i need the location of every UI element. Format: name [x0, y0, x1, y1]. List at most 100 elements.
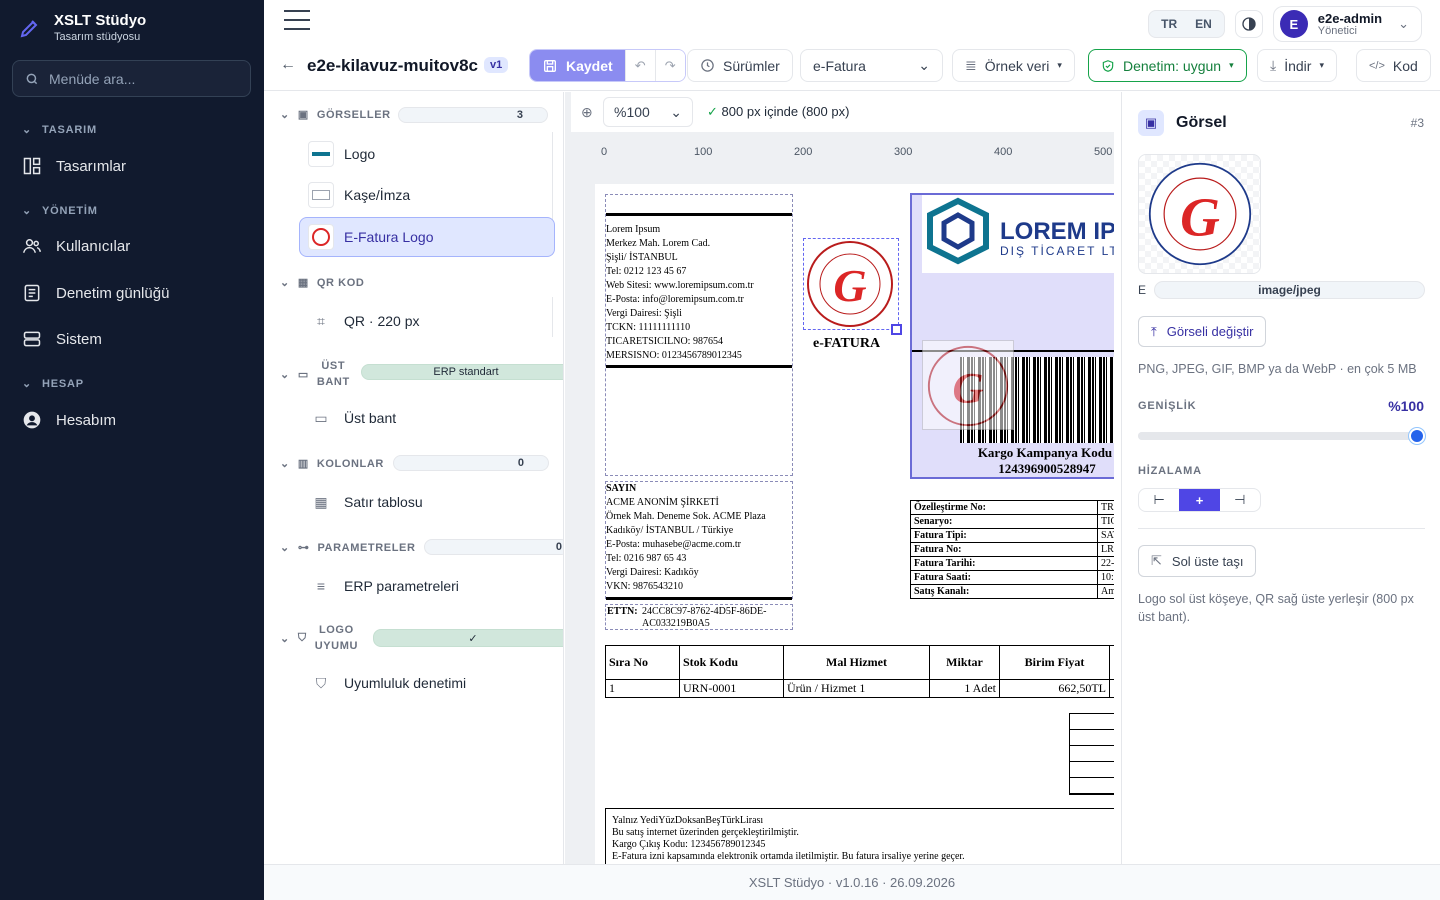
column-header: Birim Fiyat: [999, 645, 1110, 680]
chevron-down-icon: ⌄: [22, 378, 33, 390]
tree-item-logo[interactable]: Logo: [300, 135, 554, 173]
width-slider[interactable]: [1138, 428, 1425, 444]
tree-item-ust-bant[interactable]: ▭ Üst bant: [300, 399, 554, 437]
versions-button[interactable]: Sürümler: [687, 49, 793, 82]
slider-thumb[interactable]: [1409, 428, 1425, 444]
line-items-table[interactable]: Sıra No Stok Kodu Mal Hizmet Miktar Biri…: [605, 645, 1114, 698]
upload-icon: ⤒: [1151, 323, 1157, 339]
section-hesap[interactable]: ⌄ HESAP: [22, 377, 84, 391]
brand[interactable]: XSLT Stüdyo Tasarım stüdyosu: [18, 12, 146, 43]
table-header-row: Sıra No Stok Kodu Mal Hizmet Miktar Biri…: [605, 645, 1114, 680]
table-row: Fatura Tipi:SAT: [910, 528, 1114, 543]
customer-box[interactable]: SAYIN ACME ANONİM ŞİRKETİ Örnek Mah. Den…: [605, 481, 793, 600]
section-yonetim[interactable]: ⌄ YÖNETİM: [22, 204, 98, 218]
horizontal-ruler: 0 100 200 300 400 500: [565, 146, 1114, 170]
section-tasarim[interactable]: ⌄ TASARIM: [22, 123, 97, 137]
group-label: PARAMETRELER: [317, 541, 416, 554]
group-label: GÖRSELLER: [316, 108, 391, 121]
company-line: TCKN: 11111111110: [606, 322, 691, 333]
theme-toggle-button[interactable]: [1234, 10, 1263, 38]
sidebar-item-hesabim[interactable]: Hesabım: [22, 405, 252, 435]
top-right-band[interactable]: LOREM IP DIŞ TİCARET LT G Kargo Kampanya…: [910, 193, 1114, 479]
resize-handle[interactable]: [891, 324, 902, 335]
editor-toolbar: ← e2e-kilavuz-muitov8c v1 Kaydet ↶ ↷ Sür…: [264, 41, 1440, 91]
align-segmented: ⊢ + ⊣: [1138, 488, 1261, 512]
group-count: 0: [393, 455, 549, 471]
align-left-icon[interactable]: ⊢: [1139, 489, 1179, 511]
sample-data-button[interactable]: ≣ Örnek veri ▾: [952, 49, 1075, 82]
tree-item-qr[interactable]: ⌗ QR · 220 px: [300, 302, 554, 340]
group-parametreler[interactable]: ⌄ ⊶ PARAMETRELER: [280, 541, 416, 555]
menu-search[interactable]: [12, 60, 251, 97]
tree-item-uyumluluk[interactable]: ⛉ Uyumluluk denetimi: [300, 664, 554, 702]
database-icon: ≣: [965, 57, 977, 73]
align-center-icon[interactable]: +: [1179, 489, 1220, 511]
company-line: Tel: 0212 123 45 67: [606, 266, 687, 277]
ruler-tick: 200: [794, 146, 813, 158]
group-gorseller[interactable]: ⌄ ▣ GÖRSELLER: [280, 108, 391, 122]
company-box[interactable]: Lorem Ipsum Merkez Mah. Lorem Cad. Şişli…: [605, 194, 793, 476]
image-icon: ▣: [1138, 110, 1164, 136]
move-icon: ⇱: [1151, 553, 1162, 568]
tree-item-kase-imza[interactable]: Kaşe/İmza: [300, 176, 554, 214]
move-label: Sol üste taşı: [1171, 553, 1244, 569]
tree-item-label: ERP parametreleri: [344, 578, 459, 594]
format-select[interactable]: e-Fatura ⌄: [800, 49, 943, 82]
efatura-seal-ghost-icon: G: [927, 345, 1009, 427]
invoice-page: Lorem Ipsum Merkez Mah. Lorem Cad. Şişli…: [595, 184, 1114, 864]
redo-icon: ↷: [664, 57, 676, 73]
user-menu[interactable]: E e2e-admin Yönetici ⌄: [1272, 6, 1422, 42]
svg-text:i: i: [846, 269, 854, 302]
sidebar-item-tasarimlar[interactable]: Tasarımlar: [22, 151, 252, 181]
tree-item-label: E-Fatura Logo: [344, 229, 434, 245]
component-tree: ⌄ ▣ GÖRSELLER 3 Logo Kaşe/İmza E-Fatura …: [264, 92, 564, 864]
redo-button[interactable]: ↷: [654, 50, 685, 81]
section-label: YÖNETİM: [42, 204, 98, 217]
sidebar-item-denetim[interactable]: Denetim günlüğü: [22, 278, 252, 308]
menu-search-input[interactable]: [49, 70, 229, 87]
customer-line: SAYIN: [606, 483, 637, 494]
move-top-left-button[interactable]: ⇱ Sol üste taşı: [1138, 545, 1257, 577]
tree-item-satir-tablosu[interactable]: ▦ Satır tablosu: [300, 483, 554, 521]
sidebar-item-kullanicilar[interactable]: Kullanıcılar: [22, 231, 252, 261]
group-qr-kod[interactable]: ⌄ ▦ QR KOD: [280, 276, 364, 290]
menu-toggle-button[interactable]: [284, 10, 310, 30]
avatar: E: [1279, 10, 1308, 38]
design-canvas[interactable]: ⊕ %100 ⌄ ✓ 800 px içinde (800 px) 0 100 …: [565, 92, 1114, 864]
language-switch: TR EN: [1148, 10, 1225, 38]
company-info: Lorem Ipsum Merkez Mah. Lorem Cad. Şişli…: [606, 223, 754, 363]
tree-item-label: QR · 220 px: [344, 313, 420, 329]
column-header: Stok Kodu: [679, 645, 784, 680]
band-icon: ▭: [297, 368, 309, 381]
change-image-button[interactable]: ⤒ Görseli değiştir: [1138, 316, 1267, 347]
sidebar-item-sistem[interactable]: Sistem: [22, 324, 252, 354]
sliders-icon: ≡: [316, 578, 326, 594]
chevron-down-icon: ⌄: [670, 103, 682, 120]
zoom-select[interactable]: %100 ⌄: [603, 97, 693, 127]
save-button[interactable]: Kaydet: [530, 50, 625, 81]
tree-item-erp-parametreleri[interactable]: ≡ ERP parametreleri: [300, 567, 554, 605]
ettn-box[interactable]: ETTN: 24CC8C97-8762-4D5F-86DE-AC033219B0…: [605, 604, 793, 630]
code-button[interactable]: </> Kod: [1356, 49, 1431, 82]
tree-item-efatura-logo[interactable]: E-Fatura Logo: [299, 217, 555, 257]
footer-text: XSLT Stüdyo · v1.0.16 · 26.09.2026: [748, 875, 956, 890]
table-row: Fatura Saati: 10:: [910, 570, 1114, 585]
format-hint: PNG, JPEG, GIF, BMP ya da WebP · en çok …: [1138, 362, 1417, 376]
fit-status: ✓ 800 px içinde (800 px): [707, 104, 849, 120]
back-arrow-icon[interactable]: ←: [280, 56, 296, 74]
cell: URN-0001: [679, 679, 784, 698]
align-right-icon[interactable]: ⊣: [1220, 489, 1260, 511]
shield-check-icon: ⛉: [315, 674, 327, 691]
undo-button[interactable]: ↶: [624, 50, 655, 81]
efatura-logo-element[interactable]: G i: [803, 238, 902, 335]
download-icon: ⤓: [1270, 57, 1277, 73]
notes-box[interactable]: Yalnız YediYüzDoksanBeşTürkLirası Bu sat…: [605, 808, 1114, 864]
group-kolonlar[interactable]: ⌄ ▥ KOLONLAR: [280, 457, 384, 471]
lang-en-button[interactable]: EN: [1187, 13, 1220, 35]
audit-status-button[interactable]: Denetim: uygun ▾: [1088, 49, 1247, 82]
lang-tr-button[interactable]: TR: [1153, 13, 1185, 35]
group-ust-bant[interactable]: ⌄ ▭ ÜST BANT: [280, 358, 350, 390]
mime-badge: image/jpeg: [1154, 281, 1425, 299]
download-button[interactable]: ⤓ İndir ▾: [1257, 49, 1337, 82]
group-logo-uyumu[interactable]: ⌄ ⛉ LOGO UYUMU: [280, 622, 358, 654]
